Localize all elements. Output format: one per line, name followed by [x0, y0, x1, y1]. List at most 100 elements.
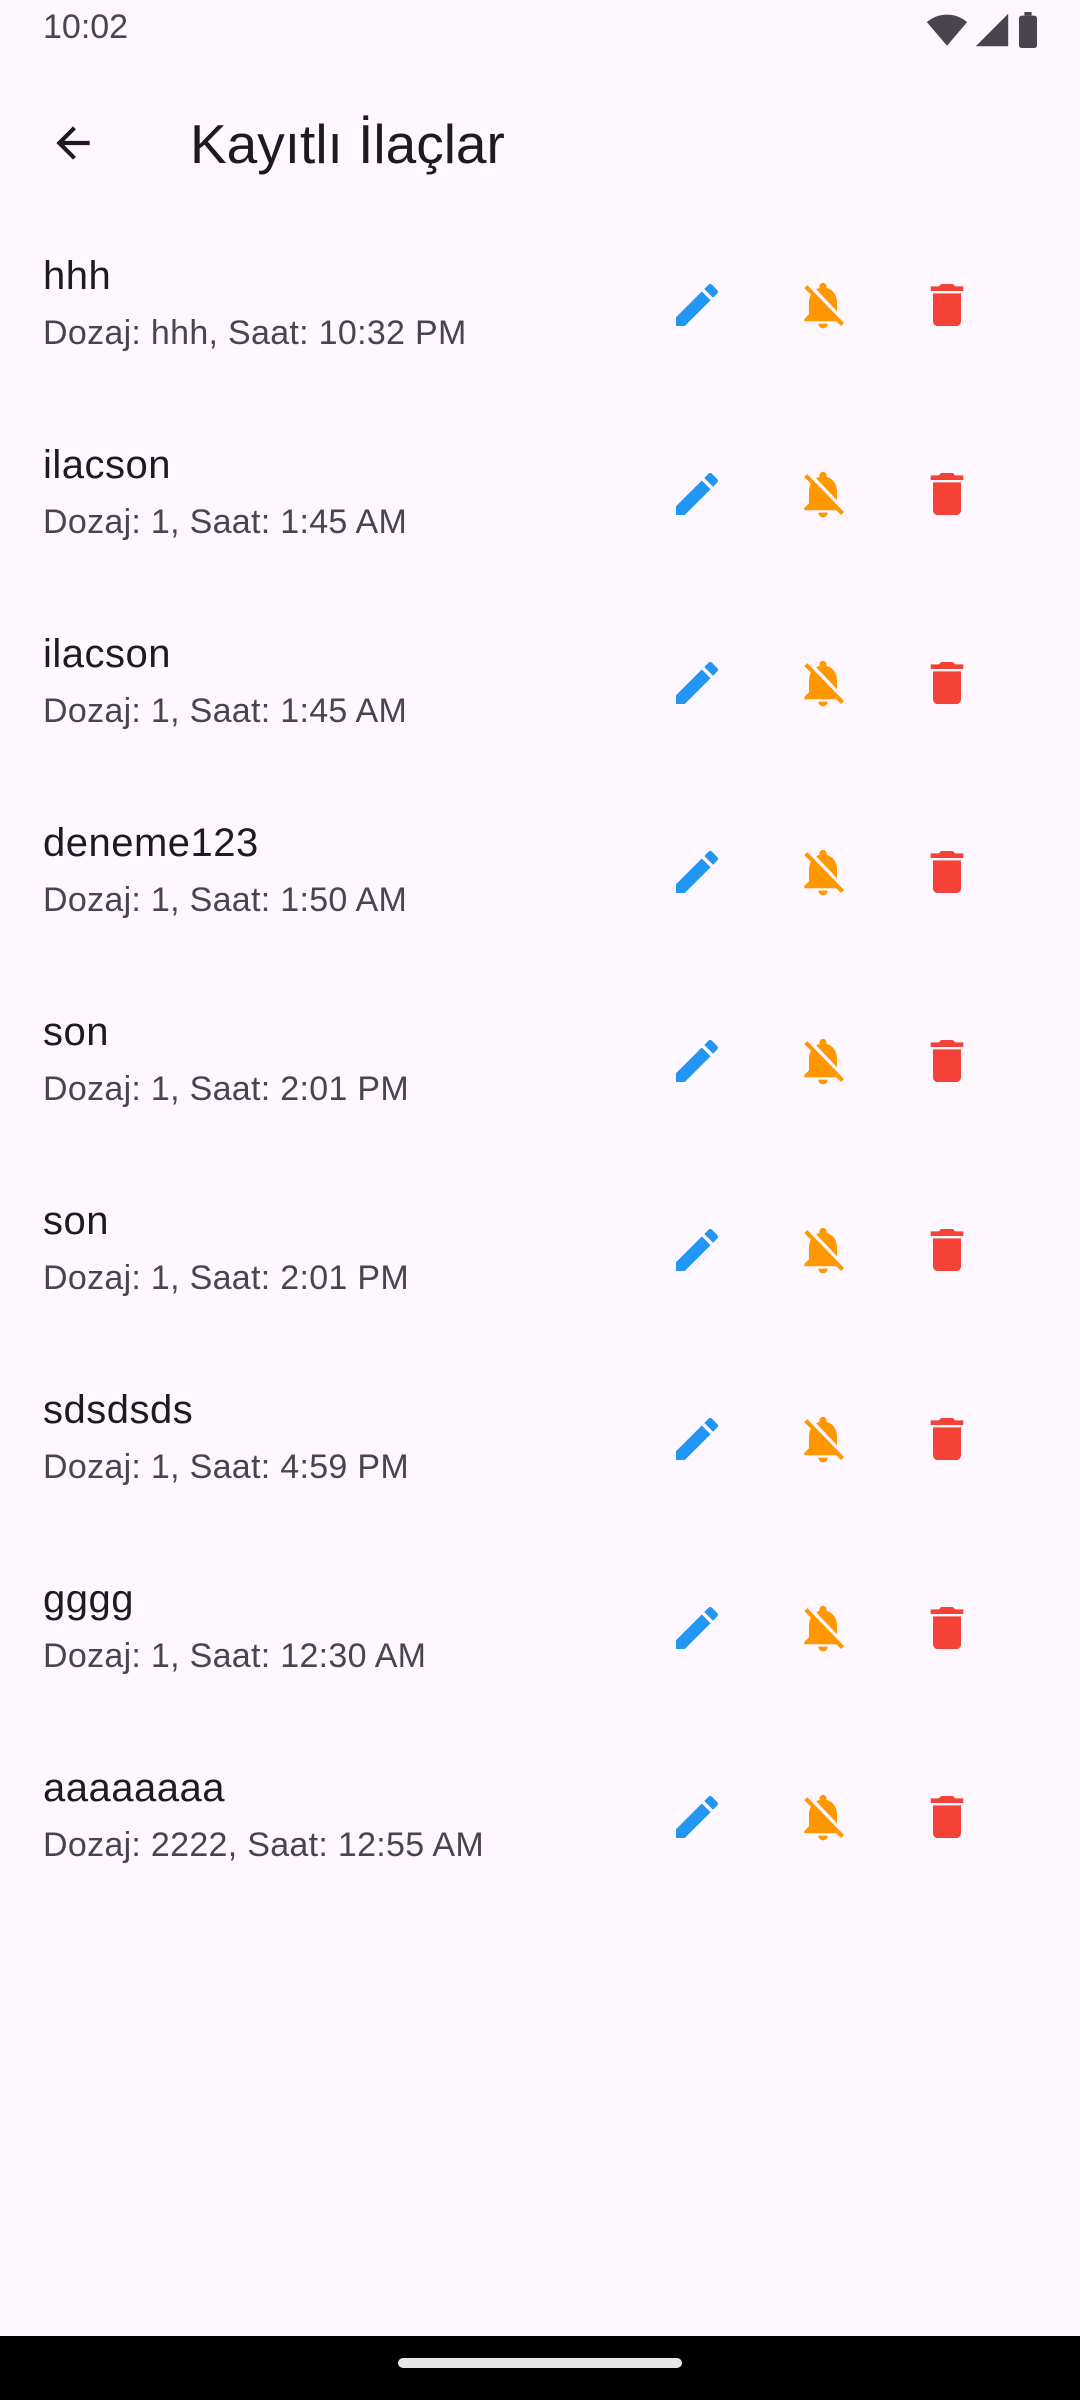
status-bar: 10:02: [0, 0, 1080, 64]
notification-off-button[interactable]: [778, 1774, 868, 1864]
app-bar: Kayıtlı İlaçlar: [0, 64, 1080, 208]
edit-icon: [669, 1033, 725, 1094]
medicine-details: Dozaj: 1, Saat: 2:01 PM: [43, 1259, 409, 1297]
medicine-details: Dozaj: 1, Saat: 1:50 AM: [43, 881, 408, 919]
edit-button[interactable]: [652, 451, 742, 541]
delete-button[interactable]: [902, 829, 992, 919]
delete-icon: [919, 1789, 975, 1850]
delete-button[interactable]: [902, 451, 992, 541]
delete-icon: [919, 466, 975, 527]
notifications-off-icon: [795, 1411, 851, 1472]
item-actions: [650, 1585, 1030, 1675]
medicine-list: hhh Dozaj: hhh, Saat: 10:32 PM ilacson D…: [0, 208, 1080, 1909]
edit-button[interactable]: [652, 640, 742, 730]
edit-icon: [669, 1222, 725, 1283]
list-item: gggg Dozaj: 1, Saat: 12:30 AM: [0, 1531, 1080, 1720]
system-navigation-bar: [0, 2336, 1080, 2400]
delete-button[interactable]: [902, 262, 992, 352]
medicine-name: sdsdsds: [43, 1388, 194, 1432]
delete-icon: [919, 1411, 975, 1472]
notifications-off-icon: [795, 1033, 851, 1094]
list-item: ilacson Dozaj: 1, Saat: 1:45 AM: [0, 586, 1080, 775]
medicine-details: Dozaj: 1, Saat: 4:59 PM: [43, 1448, 409, 1486]
back-button[interactable]: [28, 100, 118, 190]
notification-off-button[interactable]: [778, 1585, 868, 1675]
edit-icon: [669, 277, 725, 338]
notification-off-button[interactable]: [778, 1207, 868, 1297]
list-item-text: gggg Dozaj: 1, Saat: 12:30 AM: [43, 1573, 643, 1681]
notification-off-button[interactable]: [778, 829, 868, 919]
edit-icon: [669, 1411, 725, 1472]
cellular-signal-icon: [974, 12, 1010, 48]
delete-icon: [919, 1222, 975, 1283]
delete-button[interactable]: [902, 1774, 992, 1864]
medicine-name: gggg: [43, 1577, 134, 1621]
notifications-off-icon: [795, 655, 851, 716]
notifications-off-icon: [795, 1600, 851, 1661]
delete-icon: [919, 277, 975, 338]
edit-icon: [669, 844, 725, 905]
notification-off-button[interactable]: [778, 1396, 868, 1486]
delete-icon: [919, 1033, 975, 1094]
notifications-off-icon: [795, 1789, 851, 1850]
list-item: deneme123 Dozaj: 1, Saat: 1:50 AM: [0, 775, 1080, 964]
item-actions: [650, 1018, 1030, 1108]
wifi-icon: [926, 12, 968, 48]
list-item-text: son Dozaj: 1, Saat: 2:01 PM: [43, 1195, 643, 1303]
arrow-back-icon: [48, 118, 98, 173]
edit-button[interactable]: [652, 262, 742, 352]
item-actions: [650, 1207, 1030, 1297]
notification-off-button[interactable]: [778, 640, 868, 730]
edit-icon: [669, 466, 725, 527]
edit-button[interactable]: [652, 1018, 742, 1108]
item-actions: [650, 451, 1030, 541]
medicine-name: ilacson: [43, 443, 172, 487]
edit-icon: [669, 655, 725, 716]
status-time: 10:02: [43, 8, 129, 46]
list-item-text: ilacson Dozaj: 1, Saat: 1:45 AM: [43, 439, 643, 547]
delete-button[interactable]: [902, 1207, 992, 1297]
list-item-text: son Dozaj: 1, Saat: 2:01 PM: [43, 1006, 643, 1114]
edit-button[interactable]: [652, 1774, 742, 1864]
edit-button[interactable]: [652, 1207, 742, 1297]
list-item-text: hhh Dozaj: hhh, Saat: 10:32 PM: [43, 250, 643, 358]
list-item-text: ilacson Dozaj: 1, Saat: 1:45 AM: [43, 628, 643, 736]
medicine-details: Dozaj: 1, Saat: 12:30 AM: [43, 1637, 427, 1675]
delete-button[interactable]: [902, 1585, 992, 1675]
list-item: hhh Dozaj: hhh, Saat: 10:32 PM: [0, 208, 1080, 397]
notifications-off-icon: [795, 844, 851, 905]
list-item: son Dozaj: 1, Saat: 2:01 PM: [0, 964, 1080, 1153]
delete-icon: [919, 844, 975, 905]
edit-button[interactable]: [652, 1585, 742, 1675]
notification-off-button[interactable]: [778, 1018, 868, 1108]
home-gesture-handle[interactable]: [398, 2358, 682, 2368]
delete-icon: [919, 655, 975, 716]
medicine-name: aaaaaaaa: [43, 1766, 225, 1810]
medicine-name: son: [43, 1199, 109, 1243]
medicine-details: Dozaj: 1, Saat: 2:01 PM: [43, 1070, 409, 1108]
item-actions: [650, 829, 1030, 919]
notification-off-button[interactable]: [778, 262, 868, 352]
item-actions: [650, 262, 1030, 352]
delete-button[interactable]: [902, 640, 992, 730]
medicine-details: Dozaj: hhh, Saat: 10:32 PM: [43, 314, 467, 352]
medicine-name: ilacson: [43, 632, 172, 676]
notification-off-button[interactable]: [778, 451, 868, 541]
edit-icon: [669, 1600, 725, 1661]
status-icons: [926, 12, 1040, 48]
edit-icon: [669, 1789, 725, 1850]
item-actions: [650, 640, 1030, 730]
item-actions: [650, 1396, 1030, 1486]
list-item: sdsdsds Dozaj: 1, Saat: 4:59 PM: [0, 1342, 1080, 1531]
list-item-text: deneme123 Dozaj: 1, Saat: 1:50 AM: [43, 817, 643, 925]
list-item: aaaaaaaa Dozaj: 2222, Saat: 12:55 AM: [0, 1720, 1080, 1909]
list-item: ilacson Dozaj: 1, Saat: 1:45 AM: [0, 397, 1080, 586]
medicine-details: Dozaj: 2222, Saat: 12:55 AM: [43, 1826, 484, 1864]
medicine-name: hhh: [43, 254, 112, 298]
list-item: son Dozaj: 1, Saat: 2:01 PM: [0, 1153, 1080, 1342]
delete-button[interactable]: [902, 1018, 992, 1108]
delete-button[interactable]: [902, 1396, 992, 1486]
edit-button[interactable]: [652, 829, 742, 919]
edit-button[interactable]: [652, 1396, 742, 1486]
medicine-details: Dozaj: 1, Saat: 1:45 AM: [43, 692, 408, 730]
